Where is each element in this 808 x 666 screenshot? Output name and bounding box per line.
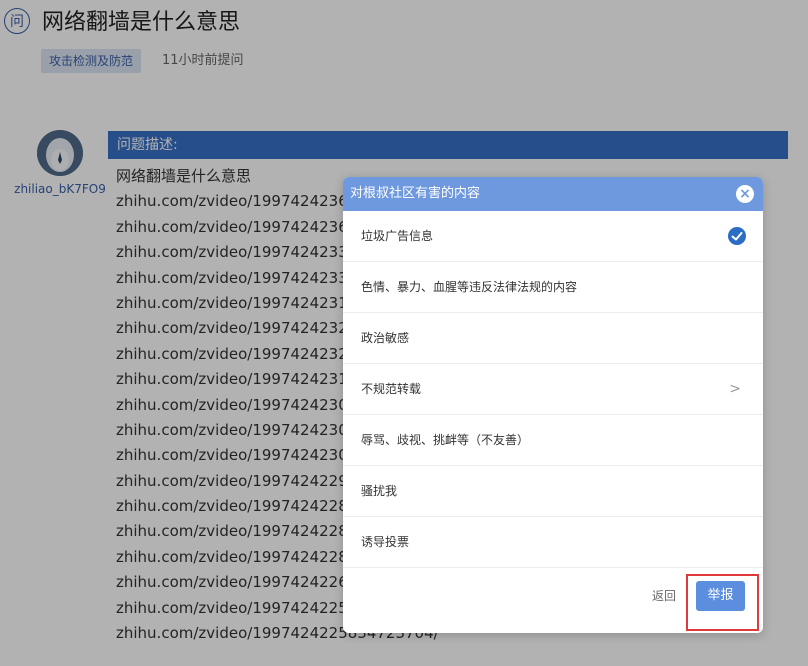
reason-label: 政治敏感 bbox=[361, 331, 410, 345]
reason-item-vote-inducing[interactable]: 诱导投票 bbox=[343, 517, 763, 568]
reason-label: 不规范转载 bbox=[361, 382, 422, 396]
chevron-right-icon: > bbox=[729, 381, 741, 397]
reason-label: 骚扰我 bbox=[361, 484, 398, 498]
dialog-header: 对根叔社区有害的内容 × bbox=[343, 177, 763, 211]
reason-label: 辱骂、歧视、挑衅等（不友善） bbox=[361, 433, 530, 447]
reason-item-repost[interactable]: 不规范转载 > bbox=[343, 364, 763, 415]
reason-item-spam[interactable]: 垃圾广告信息 bbox=[343, 211, 763, 262]
dialog-title: 对根叔社区有害的内容 bbox=[350, 186, 481, 201]
reason-label: 垃圾广告信息 bbox=[361, 229, 434, 243]
reason-item-political[interactable]: 政治敏感 bbox=[343, 313, 763, 364]
close-icon[interactable]: × bbox=[736, 185, 754, 203]
reason-item-illegal[interactable]: 色情、暴力、血腥等违反法律法规的内容 bbox=[343, 262, 763, 313]
reason-item-harassment[interactable]: 骚扰我 bbox=[343, 466, 763, 517]
reason-label: 诱导投票 bbox=[361, 535, 410, 549]
highlight-frame bbox=[686, 574, 759, 631]
reason-label: 色情、暴力、血腥等违反法律法规的内容 bbox=[361, 280, 578, 294]
back-button[interactable]: 返回 bbox=[652, 588, 676, 604]
report-dialog: 对根叔社区有害的内容 × 垃圾广告信息 色情、暴力、血腥等违反法律法规的内容 政… bbox=[343, 177, 763, 633]
reason-item-abuse[interactable]: 辱骂、歧视、挑衅等（不友善） bbox=[343, 415, 763, 466]
check-circle-icon bbox=[728, 227, 746, 245]
